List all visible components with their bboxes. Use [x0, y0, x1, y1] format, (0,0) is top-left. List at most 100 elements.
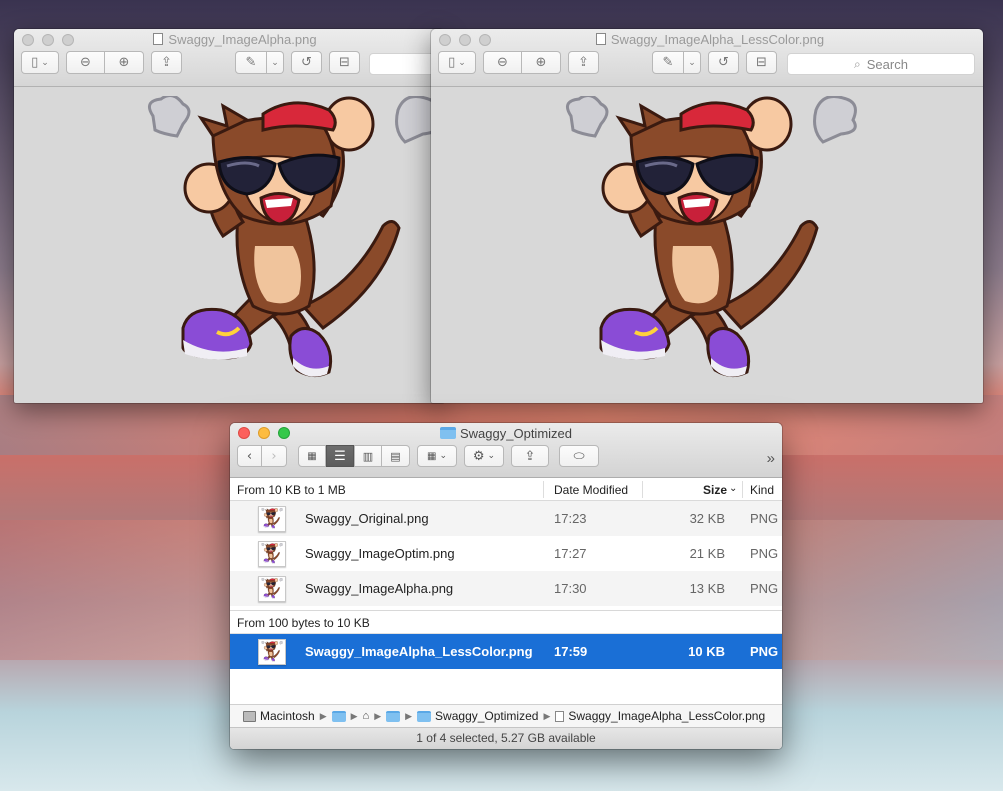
action-button[interactable]: ⚙ ⌄: [464, 445, 504, 467]
markup-pen-icon: ✎: [245, 55, 257, 70]
preview-toolbar: Swaggy_ImageAlpha_LessColor.png ▯ ⌄ ⊖ ⊕ ⇪…: [431, 29, 983, 87]
tags-button[interactable]: ⬭: [559, 445, 599, 467]
file-kind: PNG: [750, 581, 779, 596]
tag-icon: ⬭: [573, 448, 585, 464]
sidebar-menu-button[interactable]: ▯ ⌄: [21, 51, 59, 74]
rotate-button[interactable]: ↺: [291, 51, 322, 74]
share-icon: ⇪: [578, 55, 589, 70]
image-thumbnail: [258, 639, 286, 665]
file-name: Swaggy_Original.png: [305, 511, 429, 526]
preview-window-left[interactable]: Swaggy_ImageAlpha.png ▯ ⌄ ⊖ ⊕ ⇪ ✎ ⌄ ↺ ⊟: [14, 29, 444, 403]
file-row[interactable]: Swaggy_ImageAlpha.png 17:30 13 KB PNG: [230, 571, 782, 606]
finder-toolbar: Swaggy_Optimized ‹ › ▦ ☰ ▥ ▤ ▦ ⌄ ⚙ ⌄ ⇪ ⬭ »: [230, 423, 782, 478]
sidebar-icon: ▯: [31, 55, 39, 70]
finder-window[interactable]: Swaggy_Optimized ‹ › ▦ ☰ ▥ ▤ ▦ ⌄ ⚙ ⌄ ⇪ ⬭ »…: [230, 423, 782, 749]
file-row-selected[interactable]: Swaggy_ImageAlpha_LessColor.png 17:59 10…: [230, 634, 782, 669]
path-file[interactable]: Swaggy_ImageAlpha_LessColor.png: [555, 709, 765, 723]
search-field[interactable]: [369, 53, 439, 75]
chevron-right-icon: ▶: [319, 710, 327, 721]
toolbox-icon: ⊟: [756, 55, 767, 70]
column-view-button[interactable]: ▥: [354, 445, 382, 467]
path-disk-label: Macintosh: [260, 709, 315, 723]
folder-icon: [440, 427, 456, 439]
file-date: 17:30: [554, 581, 587, 596]
list-icon: ☰: [334, 448, 346, 464]
markup-button[interactable]: ✎: [652, 51, 684, 74]
chevron-right-icon: ▶: [374, 710, 382, 721]
folder-icon[interactable]: [386, 710, 401, 722]
markup-button[interactable]: ✎: [235, 51, 267, 74]
zoom-out-button[interactable]: ⊖: [66, 51, 105, 74]
chevron-right-icon: ▶: [405, 710, 413, 721]
column-date-modified[interactable]: Date Modified: [554, 483, 628, 497]
path-file-label: Swaggy_ImageAlpha_LessColor.png: [568, 709, 766, 723]
forward-button[interactable]: ›: [262, 445, 287, 467]
path-disk[interactable]: Macintosh: [243, 709, 315, 723]
column-name[interactable]: From 10 KB to 1 MB: [237, 483, 346, 497]
icon-view-button[interactable]: ▦: [298, 445, 326, 467]
chevron-right-icon: ›: [271, 448, 277, 464]
zoom-out-icon: ⊖: [497, 55, 508, 70]
search-icon: ⌕: [854, 56, 861, 71]
rotate-icon: ↺: [301, 55, 312, 70]
file-date: 17:27: [554, 546, 587, 561]
zoom-out-button[interactable]: ⊖: [483, 51, 522, 74]
hard-disk-icon: [243, 710, 256, 722]
rotate-button[interactable]: ↺: [708, 51, 739, 74]
file-kind: PNG: [750, 546, 779, 561]
column-kind[interactable]: Kind: [750, 483, 774, 497]
arrange-button[interactable]: ▦ ⌄: [417, 445, 457, 467]
share-button[interactable]: ⇪: [568, 51, 599, 74]
cover-flow-icon: ▤: [390, 449, 401, 463]
file-row[interactable]: Swaggy_ImageOptim.png 17:27 21 KB PNG: [230, 536, 782, 571]
folder-icon[interactable]: [331, 710, 346, 722]
markup-menu-button[interactable]: ⌄: [267, 51, 284, 74]
chevron-down-icon: ⌄: [487, 451, 496, 461]
monkey-image: [147, 96, 440, 379]
home-icon[interactable]: ⌂: [363, 710, 370, 722]
file-name: Swaggy_ImageOptim.png: [305, 546, 455, 561]
monkey-image: [565, 96, 858, 379]
toolbox-icon: ⊟: [339, 55, 350, 70]
zoom-in-icon: ⊕: [535, 55, 547, 70]
share-button[interactable]: ⇪: [151, 51, 182, 74]
group-label: From 100 bytes to 10 KB: [237, 616, 370, 630]
zoom-in-button[interactable]: ⊕: [105, 51, 144, 74]
cover-flow-button[interactable]: ▤: [382, 445, 410, 467]
image-thumbnail: [258, 576, 286, 602]
file-date: 17:59: [554, 644, 588, 659]
zoom-in-button[interactable]: ⊕: [522, 51, 561, 74]
path-folder[interactable]: Swaggy_Optimized: [417, 709, 538, 723]
zoom-out-icon: ⊖: [80, 55, 91, 70]
status-bar: 1 of 4 selected, 5.27 GB available: [230, 727, 782, 749]
chevron-down-icon: ⌄: [688, 57, 696, 68]
window-title: Swaggy_Optimized: [230, 426, 782, 441]
document-icon: [555, 710, 565, 722]
file-size: 10 KB: [688, 644, 725, 659]
toolbox-button[interactable]: ⊟: [746, 51, 777, 74]
column-size[interactable]: Size: [703, 483, 727, 497]
chevron-down-icon: ⌄: [458, 57, 466, 68]
toolbar-overflow-button[interactable]: »: [767, 450, 775, 467]
toolbox-button[interactable]: ⊟: [329, 51, 360, 74]
chevron-down-icon: ⌄: [271, 57, 279, 68]
preview-window-right[interactable]: Swaggy_ImageAlpha_LessColor.png ▯ ⌄ ⊖ ⊕ ⇪…: [431, 29, 983, 403]
list-view-button[interactable]: ☰: [326, 445, 354, 467]
file-kind: PNG: [750, 511, 779, 526]
sidebar-menu-button[interactable]: ▯ ⌄: [438, 51, 476, 74]
file-size: 32 KB: [689, 511, 725, 526]
file-row[interactable]: Swaggy_Original.png 17:23 32 KB PNG: [230, 501, 782, 536]
file-name: Swaggy_ImageAlpha_LessColor.png: [305, 644, 533, 659]
chevron-down-icon: ⌄: [439, 451, 447, 461]
back-button[interactable]: ‹: [237, 445, 262, 467]
file-size: 21 KB: [689, 546, 725, 561]
share-button[interactable]: ⇪: [511, 445, 549, 467]
gear-icon: ⚙: [472, 448, 485, 464]
folder-icon: [417, 710, 432, 722]
rotate-icon: ↺: [718, 55, 729, 70]
markup-menu-button[interactable]: ⌄: [684, 51, 701, 74]
chevron-right-icon: ▶: [543, 710, 551, 721]
search-field[interactable]: ⌕ Search: [787, 53, 975, 75]
image-thumbnail: [258, 541, 286, 567]
zoom-in-icon: ⊕: [118, 55, 130, 70]
